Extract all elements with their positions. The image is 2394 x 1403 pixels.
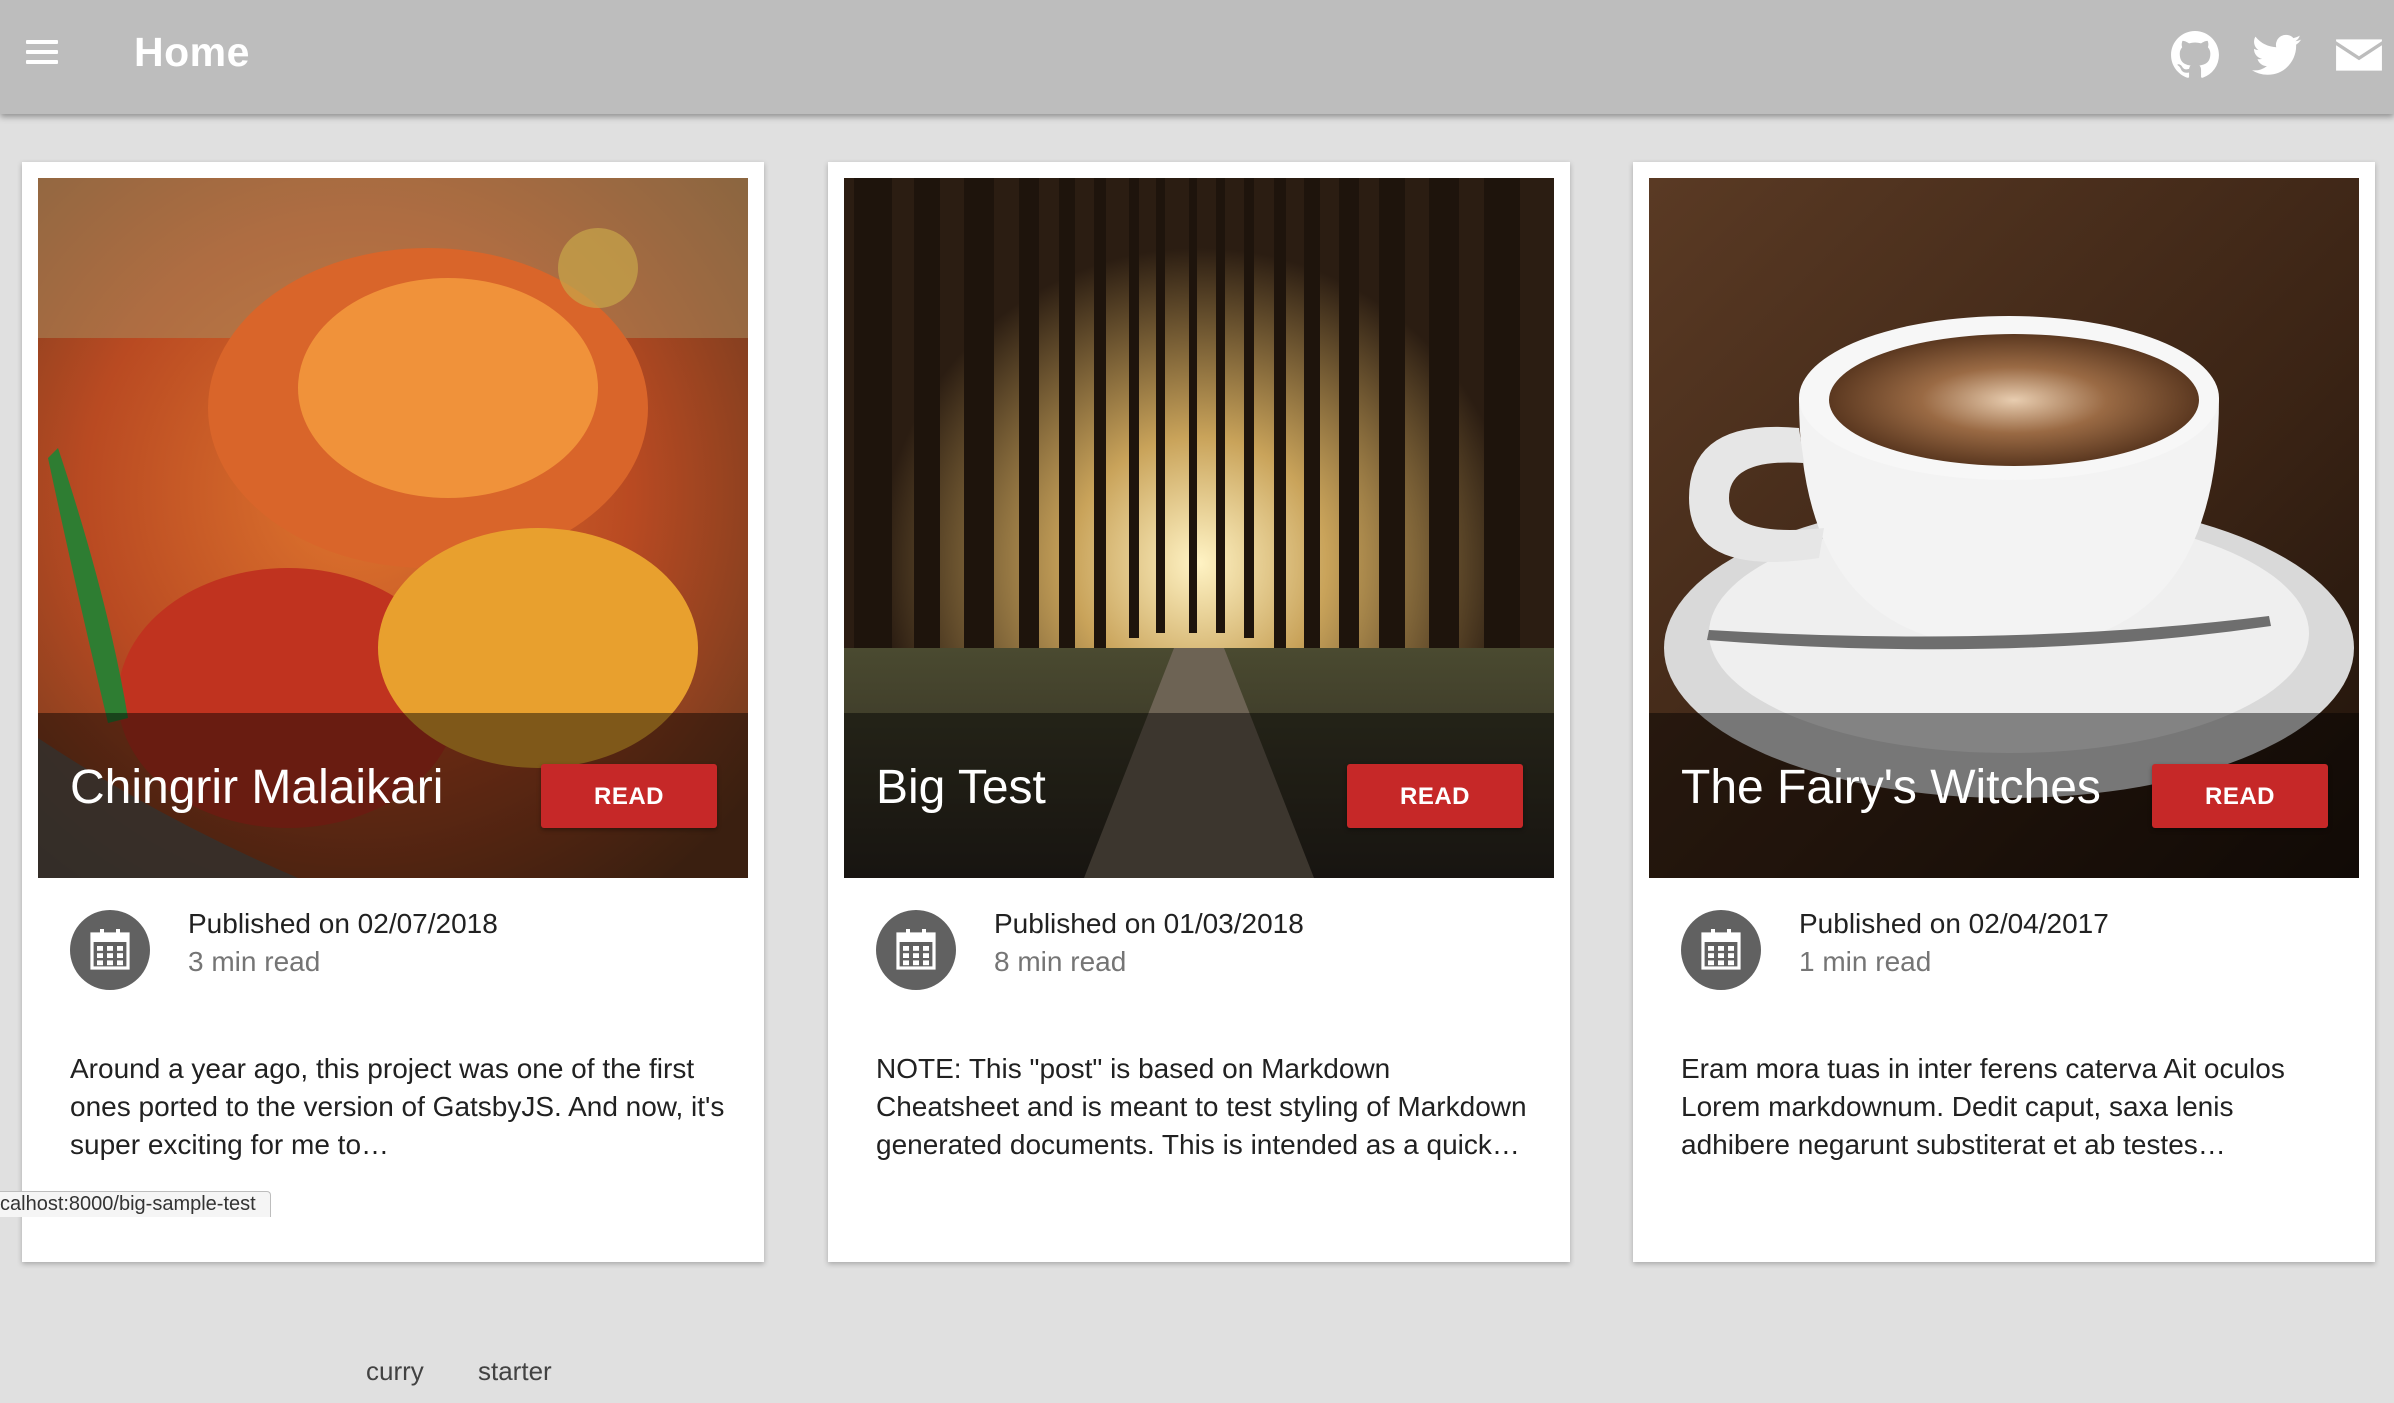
twitter-icon[interactable] <box>2252 30 2302 80</box>
published-date: Published on 01/03/2018 <box>994 908 1304 939</box>
post-card: Chingrir Malaikari READ Published on 02/… <box>22 162 764 1403</box>
calendar-avatar <box>70 910 150 990</box>
menu-icon[interactable] <box>22 34 62 74</box>
post-cover[interactable]: Big Test READ <box>844 178 1554 878</box>
tag-chip[interactable]: curry <box>340 1339 450 1403</box>
post-cover[interactable]: The Fairy's Witches READ <box>1649 178 2359 878</box>
read-button[interactable]: READ <box>2152 764 2328 828</box>
read-time: 3 min read <box>188 946 321 977</box>
post-cover[interactable]: Chingrir Malaikari READ <box>38 178 748 878</box>
calendar-icon <box>1701 929 1741 970</box>
calendar-avatar <box>876 910 956 990</box>
read-time: 1 min read <box>1799 946 1932 977</box>
post-title[interactable]: The Fairy's Witches <box>1681 753 2101 823</box>
page-title: Home <box>134 29 250 75</box>
post-card: The Fairy's Witches READ Published on 02… <box>1633 162 2375 1262</box>
post-excerpt: Eram mora tuas in inter ferens caterva A… <box>1681 1053 2285 1160</box>
post-title[interactable]: Big Test <box>876 753 1046 823</box>
read-button[interactable]: READ <box>541 764 717 828</box>
calendar-icon <box>896 929 936 970</box>
app-bar: Home <box>0 0 2394 114</box>
post-title[interactable]: Chingrir Malaikari <box>70 753 443 823</box>
post-card: Big Test READ Published on 01/03/2018 8 … <box>828 162 1570 1262</box>
calendar-icon <box>90 929 130 970</box>
published-date: Published on 02/04/2017 <box>1799 908 2109 939</box>
calendar-avatar <box>1681 910 1761 990</box>
post-excerpt: Around a year ago, this project was one … <box>70 1053 725 1160</box>
tag-chip[interactable]: starter <box>452 1339 578 1403</box>
mail-icon[interactable] <box>2333 30 2385 80</box>
read-button[interactable]: READ <box>1347 764 1523 828</box>
github-icon[interactable] <box>2170 30 2220 80</box>
post-excerpt: NOTE: This "post" is based on Markdown C… <box>876 1053 1527 1160</box>
published-date: Published on 02/07/2018 <box>188 908 498 939</box>
link-preview-status: calhost:8000/big-sample-test <box>0 1191 271 1217</box>
read-time: 8 min read <box>994 946 1127 977</box>
